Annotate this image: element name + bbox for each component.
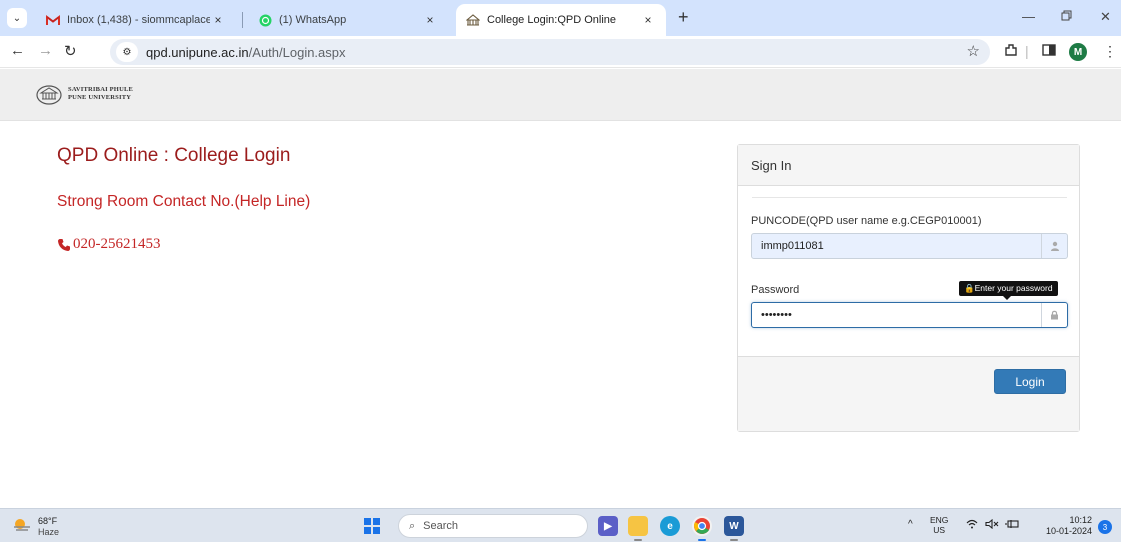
browser-tab-strip: ⌄ Inbox (1,438) - siommcaplacem × (1) Wh… xyxy=(0,0,1121,36)
logo-line1: SAVITRIBAI PHULE xyxy=(68,86,134,93)
divider xyxy=(752,197,1067,198)
running-indicator xyxy=(634,539,642,541)
search-icon: ⌕ xyxy=(409,519,416,532)
lock-icon: 🔒 xyxy=(964,283,975,293)
language-code: ENG xyxy=(930,515,949,525)
edge-browser-icon[interactable]: e xyxy=(660,516,680,536)
tab-college-login[interactable]: College Login:QPD Online × xyxy=(456,4,666,36)
restore-icon[interactable] xyxy=(1061,9,1072,24)
reload-icon[interactable]: ↻ xyxy=(64,42,77,60)
windows-start-icon[interactable] xyxy=(364,518,380,534)
url-text[interactable]: qpd.unipune.ac.in/Auth/Login.aspx xyxy=(146,45,346,60)
weather-condition[interactable]: Haze xyxy=(38,527,59,537)
chrome-browser-icon[interactable] xyxy=(692,516,712,536)
whatsapp-icon xyxy=(258,13,272,27)
new-tab-button[interactable]: + xyxy=(678,8,689,26)
login-button[interactable]: Login xyxy=(994,369,1066,394)
toolbar-divider: | xyxy=(1025,43,1029,59)
password-input[interactable] xyxy=(752,303,1041,327)
password-tooltip: 🔒Enter your password xyxy=(959,281,1058,300)
clock-time: 10:12 xyxy=(1069,515,1092,525)
weather-haze-icon[interactable] xyxy=(12,518,32,532)
url-host: qpd.unipune.ac.in xyxy=(146,44,249,60)
running-indicator xyxy=(698,539,706,541)
username-label: PUNCODE(QPD user name e.g.CEGP010001) xyxy=(751,215,982,227)
side-panel-icon[interactable] xyxy=(1042,43,1056,59)
tab-close-icon[interactable]: × xyxy=(422,13,438,27)
meet-app-icon[interactable]: ▶ xyxy=(598,516,618,536)
close-window-icon[interactable]: ✕ xyxy=(1100,9,1111,25)
university-logo-icon xyxy=(36,85,62,105)
weather-temperature[interactable]: 68°F xyxy=(38,516,57,526)
windows-taskbar: 68°F Haze ⌕ Search ▶ e W ^ ENG US 10:12 … xyxy=(0,508,1121,542)
logo-line2: PUNE UNIVERSITY xyxy=(68,94,132,101)
signin-footer: Login xyxy=(738,356,1079,431)
signin-panel: Sign In PUNCODE(QPD user name e.g.CEGP01… xyxy=(737,144,1080,432)
gmail-icon xyxy=(46,13,60,27)
browser-toolbar: ← → ↻ ⚙ qpd.unipune.ac.in/Auth/Login.asp… xyxy=(0,36,1121,68)
tab-close-icon[interactable]: × xyxy=(640,13,656,27)
notification-badge[interactable]: 3 xyxy=(1098,520,1112,534)
search-placeholder: Search xyxy=(423,520,459,532)
bookmark-star-icon[interactable]: ☆ xyxy=(967,42,980,60)
tab-whatsapp[interactable]: (1) WhatsApp × xyxy=(248,4,448,36)
taskbar-search[interactable]: ⌕ Search xyxy=(398,514,588,538)
system-clock[interactable]: 10:12 10-01-2024 xyxy=(1040,515,1092,537)
phone-icon xyxy=(58,238,70,251)
clock-date: 10-01-2024 xyxy=(1045,526,1092,536)
minimize-icon[interactable]: — xyxy=(1022,9,1035,24)
contact-heading: Strong Room Contact No.(Help Line) xyxy=(57,193,311,210)
tab-gmail[interactable]: Inbox (1,438) - siommcaplacem × xyxy=(36,4,236,36)
helpline-phone: 020-25621453 xyxy=(57,236,161,253)
tab-title: (1) WhatsApp xyxy=(279,14,347,26)
file-explorer-icon[interactable] xyxy=(628,516,648,536)
page-header: SAVITRIBAI PHULE PUNE UNIVERSITY xyxy=(0,69,1121,121)
signin-body: PUNCODE(QPD user name e.g.CEGP010001) Pa… xyxy=(738,186,1079,356)
wifi-icon[interactable] xyxy=(966,519,978,532)
battery-icon[interactable] xyxy=(1005,519,1019,532)
language-indicator[interactable]: ENG US xyxy=(930,515,948,535)
university-name: SAVITRIBAI PHULE PUNE UNIVERSITY xyxy=(68,86,133,102)
tab-title: College Login:QPD Online xyxy=(487,14,617,26)
address-bar[interactable]: ⚙ qpd.unipune.ac.in/Auth/Login.aspx ☆ xyxy=(110,39,990,65)
show-hidden-icons-chevron[interactable]: ^ xyxy=(908,519,913,530)
lock-icon xyxy=(1041,303,1067,327)
password-label: Password xyxy=(751,284,800,296)
back-arrow-icon[interactable]: ← xyxy=(10,42,25,59)
tab-close-icon[interactable]: × xyxy=(210,13,226,27)
word-app-icon[interactable]: W xyxy=(724,516,744,536)
region-code: US xyxy=(933,525,946,535)
volume-muted-icon[interactable] xyxy=(985,518,999,532)
profile-avatar[interactable]: M xyxy=(1069,43,1087,61)
username-field[interactable] xyxy=(751,233,1068,259)
url-path: /Auth/Login.aspx xyxy=(248,44,346,60)
username-input[interactable] xyxy=(752,234,1041,258)
tab-title: Inbox (1,438) - siommcaplacem xyxy=(67,14,210,26)
tab-search-icon[interactable]: ⌄ xyxy=(7,8,27,28)
running-indicator xyxy=(730,539,738,541)
tab-separator xyxy=(242,12,243,28)
signin-heading: Sign In xyxy=(738,145,1079,186)
site-info-icon[interactable]: ⚙ xyxy=(116,42,138,62)
phone-number: 020-25621453 xyxy=(73,236,161,252)
tooltip-text: Enter your password xyxy=(974,283,1053,293)
user-icon xyxy=(1041,234,1067,258)
forward-arrow-icon[interactable]: → xyxy=(38,42,53,59)
university-emblem-icon xyxy=(466,13,480,27)
menu-icon[interactable]: ⋮ xyxy=(1103,43,1117,60)
page-title: QPD Online : College Login xyxy=(57,145,291,166)
password-field[interactable] xyxy=(751,302,1068,328)
extensions-icon[interactable] xyxy=(1004,43,1018,60)
